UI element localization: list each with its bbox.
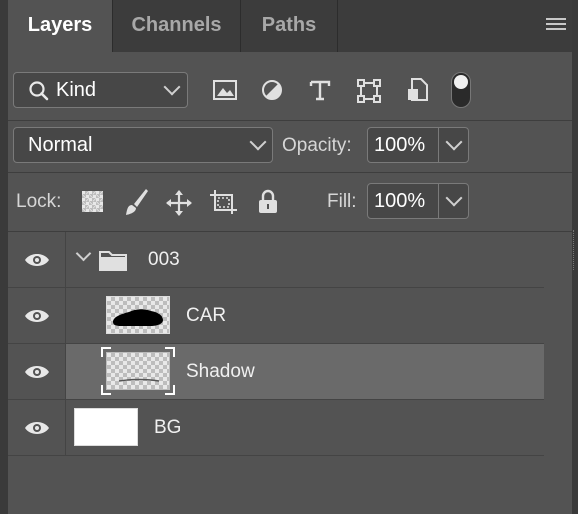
layer-row-shadow[interactable]: Shadow bbox=[8, 344, 544, 400]
shape-filter-icon[interactable] bbox=[356, 78, 382, 104]
tab-layers[interactable]: Layers bbox=[8, 0, 112, 52]
selection-corners-icon bbox=[101, 347, 175, 395]
chevron-down-icon bbox=[249, 133, 267, 151]
filter-toggle[interactable] bbox=[451, 72, 471, 108]
lock-image-pixels-icon[interactable] bbox=[122, 187, 150, 217]
kind-filter-label: Kind bbox=[56, 79, 97, 101]
fill-dropdown-icon[interactable] bbox=[445, 189, 463, 207]
opacity-value: 100% bbox=[374, 134, 426, 156]
layer-row-bg[interactable]: BG bbox=[8, 400, 544, 456]
layers-panel: Layers Channels Paths Kind Normal Opacit… bbox=[0, 0, 578, 514]
fill-field[interactable]: 100% bbox=[367, 183, 469, 219]
adjustment-filter-icon[interactable] bbox=[260, 78, 284, 102]
toggle-knob bbox=[454, 75, 468, 89]
group-expand-chevron-icon[interactable] bbox=[75, 245, 92, 262]
visibility-toggle[interactable] bbox=[8, 232, 66, 287]
tab-layers-label: Layers bbox=[27, 14, 93, 36]
layer-row-car[interactable]: CAR bbox=[8, 288, 544, 344]
layer-name: Shadow bbox=[186, 361, 255, 382]
lock-artboard-icon[interactable] bbox=[208, 188, 240, 216]
kind-filter-select[interactable]: Kind bbox=[13, 72, 188, 108]
layer-row-group[interactable]: 003 bbox=[8, 232, 544, 288]
visibility-toggle[interactable] bbox=[8, 400, 66, 455]
car-silhouette-icon bbox=[113, 309, 163, 326]
lock-label: Lock: bbox=[16, 191, 62, 212]
lock-all-icon[interactable] bbox=[257, 189, 279, 215]
lock-position-icon[interactable] bbox=[165, 189, 193, 217]
visibility-toggle[interactable] bbox=[8, 288, 66, 343]
tab-channels[interactable]: Channels bbox=[113, 0, 240, 52]
eye-icon bbox=[25, 422, 49, 434]
layer-name: CAR bbox=[186, 305, 227, 326]
image-filter-icon[interactable] bbox=[212, 79, 238, 103]
smart-object-filter-icon[interactable] bbox=[406, 77, 430, 103]
panel-resize-edge[interactable] bbox=[572, 0, 578, 514]
eye-icon bbox=[25, 254, 49, 266]
layer-name: 003 bbox=[148, 249, 180, 270]
opacity-dropdown-icon[interactable] bbox=[445, 133, 463, 151]
panel-left-edge bbox=[0, 0, 8, 514]
opacity-label: Opacity: bbox=[282, 135, 352, 156]
layer-name: BG bbox=[154, 417, 182, 438]
layers-empty-area bbox=[8, 456, 572, 514]
panel-menu-icon[interactable] bbox=[546, 18, 566, 34]
layer-thumbnail-car bbox=[106, 296, 170, 334]
visibility-toggle[interactable] bbox=[8, 344, 66, 399]
blend-mode-value: Normal bbox=[28, 134, 93, 156]
panel-tab-bar: Layers Channels Paths bbox=[8, 0, 572, 52]
layer-thumbnail-bg bbox=[74, 408, 138, 446]
fill-value: 100% bbox=[374, 190, 426, 212]
tab-paths[interactable]: Paths bbox=[241, 0, 337, 52]
eye-icon bbox=[25, 310, 49, 322]
fill-label: Fill: bbox=[327, 191, 357, 212]
opacity-field[interactable]: 100% bbox=[367, 127, 469, 163]
eye-icon bbox=[25, 366, 49, 378]
chevron-down-icon bbox=[163, 78, 181, 96]
lock-transparent-pixels-icon[interactable] bbox=[82, 191, 103, 212]
folder-icon bbox=[99, 251, 127, 271]
search-icon bbox=[29, 81, 49, 101]
tab-paths-label: Paths bbox=[261, 14, 317, 36]
tab-channels-label: Channels bbox=[131, 14, 222, 36]
type-filter-icon[interactable] bbox=[308, 78, 332, 102]
blend-mode-select[interactable]: Normal bbox=[13, 127, 273, 163]
